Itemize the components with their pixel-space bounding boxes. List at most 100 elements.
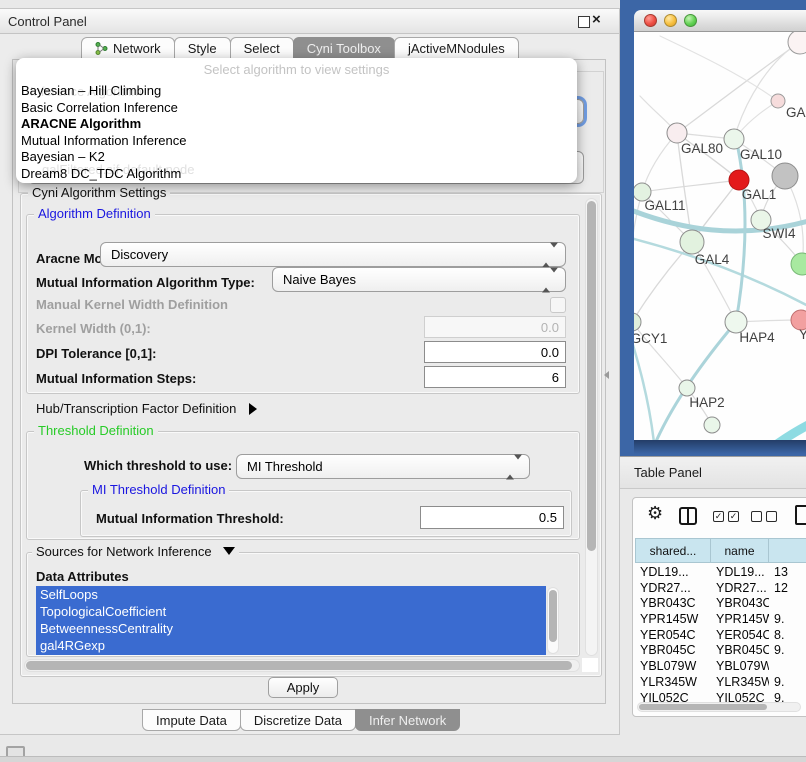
table-row[interactable]: YDR27...YDR27...12 (635, 581, 806, 597)
tab-network[interactable]: Network (81, 37, 175, 59)
control-panel-titlebar[interactable]: Control Panel × (0, 9, 619, 34)
tab-cyni-toolbox[interactable]: Cyni Toolbox (293, 37, 395, 59)
network-canvas[interactable]: GALGAL80GAL10GAL1GAL11GAL4SWI4GCY1HAP4YH… (634, 32, 806, 440)
export-table-icon[interactable] (795, 505, 806, 525)
table-cell[interactable]: YPR145W (635, 612, 711, 628)
table-cell[interactable]: YPR145W (711, 612, 769, 628)
table-cell[interactable]: YER054C (635, 628, 711, 644)
close-traffic-light-icon[interactable] (644, 14, 657, 27)
aracne-mode-combobox[interactable]: Discovery (100, 242, 566, 267)
float-window-icon[interactable] (578, 16, 590, 28)
dpi-tolerance-input[interactable] (424, 341, 566, 363)
hub-definition-expander[interactable]: Hub/Transcription Factor Definition (36, 401, 257, 416)
apply-button[interactable]: Apply (268, 677, 338, 698)
network-node-hap2[interactable] (679, 380, 695, 396)
close-icon[interactable]: × (592, 11, 601, 28)
settings-vertical-scrollbar[interactable] (585, 198, 598, 656)
attribute-list-item[interactable]: SelfLoops (36, 586, 546, 603)
sources-group-title[interactable]: Sources for Network Inference (32, 545, 239, 559)
table-row[interactable]: YLR345WYLR345W9. (635, 675, 806, 691)
tab-select[interactable]: Select (230, 37, 294, 59)
tab-infer-network[interactable]: Infer Network (355, 709, 460, 731)
table-row[interactable]: YDL19...YDL19...13 (635, 565, 806, 581)
zoom-traffic-light-icon[interactable] (684, 14, 697, 27)
bottom-tab-bar: Impute DataDiscretize DataInfer Network (143, 709, 460, 731)
table-cell[interactable]: YBL079W (635, 659, 711, 675)
mi-threshold-input[interactable] (420, 506, 564, 529)
table-row[interactable]: YBR043CYBR043C (635, 596, 806, 612)
attribute-list-scrollbar[interactable] (547, 587, 559, 654)
network-node[interactable] (788, 32, 806, 54)
table-cell[interactable] (769, 596, 806, 612)
table-cell[interactable]: 9. (769, 675, 806, 691)
table-cell[interactable]: YDL19... (711, 565, 769, 581)
table-row[interactable]: YBR045CYBR045C9. (635, 643, 806, 659)
table-column-header[interactable]: shared... (635, 538, 711, 563)
table-cell[interactable]: YDR27... (711, 581, 769, 597)
attribute-list-item[interactable]: BetweennessCentrality (36, 620, 546, 637)
table-cell[interactable]: YDR27... (635, 581, 711, 597)
network-node-gal4[interactable] (680, 230, 704, 254)
dropdown-option[interactable]: Dream8 DC_TDC Algorithm (21, 166, 572, 183)
network-node[interactable] (791, 253, 806, 275)
table-header-row: shared...nameA (635, 538, 806, 563)
minimize-traffic-light-icon[interactable] (664, 14, 677, 27)
deselect-all-checkboxes-icon[interactable] (751, 511, 777, 522)
table-row[interactable]: YER054CYER054C8. (635, 628, 806, 644)
kernel-width-input[interactable] (424, 316, 566, 338)
table-row[interactable]: YBL079WYBL079W (635, 659, 806, 675)
tab-impute-data[interactable]: Impute Data (142, 709, 241, 731)
network-node-gcy1[interactable] (634, 313, 641, 331)
table-column-header[interactable]: name (711, 538, 769, 563)
scrollbar-thumb[interactable] (549, 590, 557, 642)
dropdown-option[interactable]: Bayesian – K2 (21, 149, 572, 166)
table-cell[interactable]: YLR345W (635, 675, 711, 691)
settings-horizontal-scrollbar[interactable] (24, 659, 580, 672)
table-cell[interactable]: YLR345W (711, 675, 769, 691)
manual-kernel-checkbox[interactable] (550, 297, 566, 313)
mi-type-combobox[interactable]: Naive Bayes (272, 267, 566, 292)
tab-jactivemnodules[interactable]: jActiveMNodules (394, 37, 519, 59)
columns-icon[interactable] (679, 507, 697, 525)
table-cell[interactable]: YBR043C (635, 596, 711, 612)
scrollbar-thumb[interactable] (26, 661, 572, 670)
table-cell[interactable]: YBR043C (711, 596, 769, 612)
attribute-list-item[interactable]: TopologicalCoefficient (36, 603, 546, 620)
dropdown-option[interactable]: Basic Correlation Inference (21, 100, 572, 117)
mi-steps-input[interactable] (424, 366, 566, 388)
splitter-collapse-icon[interactable] (604, 371, 609, 379)
table-panel-titlebar[interactable]: Table Panel (620, 456, 806, 489)
select-all-checkboxes-icon[interactable]: ✓✓ (713, 511, 739, 522)
tab-style[interactable]: Style (174, 37, 231, 59)
network-node-label: GAL80 (681, 141, 723, 156)
scrollbar-thumb[interactable] (639, 704, 767, 710)
dropdown-option[interactable]: ARACNE Algorithm (21, 116, 572, 133)
which-threshold-combobox[interactable]: MI Threshold (236, 454, 530, 479)
network-node[interactable] (704, 417, 720, 433)
table-cell[interactable]: YDL19... (635, 565, 711, 581)
network-node-gal80[interactable] (667, 123, 687, 143)
tab-discretize-data[interactable]: Discretize Data (240, 709, 356, 731)
network-node[interactable] (772, 163, 798, 189)
table-cell[interactable]: YBR045C (635, 643, 711, 659)
table-cell[interactable]: YBL079W (711, 659, 769, 675)
table-horizontal-scrollbar[interactable] (637, 702, 801, 712)
table-cell[interactable]: 13 (769, 565, 806, 581)
dropdown-option[interactable]: Mutual Information Inference (21, 133, 572, 150)
table-cell[interactable]: YER054C (711, 628, 769, 644)
table-column-header[interactable]: A (769, 538, 806, 563)
network-node-gal[interactable] (771, 94, 785, 108)
table-cell[interactable] (769, 659, 806, 675)
table-cell[interactable]: 8. (769, 628, 806, 644)
network-node-gal10[interactable] (724, 129, 744, 149)
scrollbar-thumb[interactable] (587, 201, 596, 551)
attribute-list-item[interactable]: gal4RGexp (36, 637, 546, 654)
gear-icon[interactable]: ⚙ (647, 503, 663, 523)
table-cell[interactable]: 9. (769, 643, 806, 659)
table-cell[interactable]: YBR045C (711, 643, 769, 659)
network-window-titlebar[interactable] (634, 10, 806, 32)
table-row[interactable]: YPR145WYPR145W9. (635, 612, 806, 628)
dropdown-option[interactable]: Bayesian – Hill Climbing (21, 83, 572, 100)
table-cell[interactable]: 12 (769, 581, 806, 597)
table-cell[interactable]: 9. (769, 612, 806, 628)
